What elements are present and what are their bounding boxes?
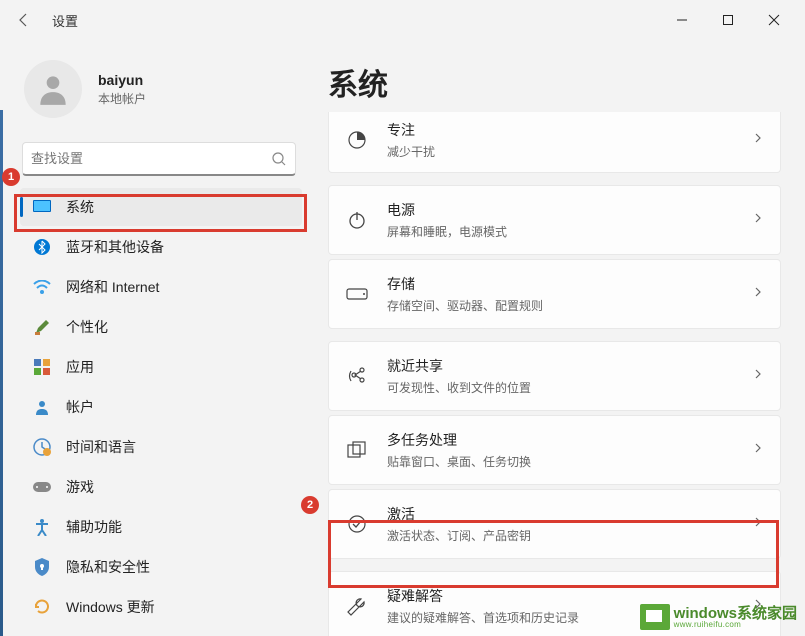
user-name: baiyun: [98, 72, 146, 88]
nav-item-accessibility[interactable]: 辅助功能: [20, 508, 302, 546]
sidebar: baiyun 本地帐户 系统 蓝牙和其他设备 网络和 Internet: [0, 40, 310, 636]
focus-icon: [345, 128, 369, 152]
search-icon: [271, 151, 287, 167]
apps-icon: [32, 357, 52, 377]
tile-desc: 屏幕和睡眠，电源模式: [387, 223, 752, 240]
minimize-icon: [676, 14, 688, 26]
annotation-marker-2: 2: [301, 496, 319, 514]
chevron-right-icon: [752, 515, 764, 533]
tile-desc: 存储空间、驱动器、配置规则: [387, 297, 752, 314]
account-icon: [32, 397, 52, 417]
app-title: 设置: [52, 11, 78, 30]
tile-storage[interactable]: 存储存储空间、驱动器、配置规则: [328, 259, 781, 329]
search-input[interactable]: [31, 151, 271, 166]
watermark-url: www.ruiheifu.com: [674, 621, 797, 629]
tile-power[interactable]: 电源屏幕和睡眠，电源模式: [328, 185, 781, 255]
power-icon: [345, 208, 369, 232]
maximize-button[interactable]: [705, 4, 751, 36]
nav-item-windows-update[interactable]: Windows 更新: [20, 588, 302, 626]
close-button[interactable]: [751, 4, 797, 36]
window-controls: [659, 4, 797, 36]
multitask-icon: [345, 438, 369, 462]
nav-label: 蓝牙和其他设备: [66, 237, 164, 257]
user-type: 本地帐户: [98, 90, 146, 107]
tile-activation[interactable]: 激活激活状态、订阅、产品密钥: [328, 489, 781, 559]
tile-focus[interactable]: 专注减少干扰: [328, 112, 781, 173]
nav-label: 时间和语言: [66, 437, 136, 457]
chevron-right-icon: [752, 367, 764, 385]
chevron-right-icon: [752, 441, 764, 459]
arrow-left-icon: [16, 12, 32, 28]
shield-icon: [32, 557, 52, 577]
search-box[interactable]: [22, 142, 296, 176]
nav-item-accounts[interactable]: 帐户: [20, 388, 302, 426]
tile-title: 就近共享: [387, 356, 752, 376]
nav-item-privacy[interactable]: 隐私和安全性: [20, 548, 302, 586]
wifi-icon: [32, 277, 52, 297]
tile-list: 专注减少干扰 电源屏幕和睡眠，电源模式 存储存储空间、驱动器、配置规则 就近共享…: [328, 112, 781, 636]
tile-title: 存储: [387, 274, 752, 294]
page-title: 系统: [328, 60, 781, 104]
check-circle-icon: [345, 512, 369, 536]
main-content: 系统 专注减少干扰 电源屏幕和睡眠，电源模式 存储存储空间、驱动器、配置规则: [310, 40, 805, 636]
tile-desc: 可发现性、收到文件的位置: [387, 379, 752, 396]
paintbrush-icon: [32, 317, 52, 337]
nav-label: 隐私和安全性: [66, 557, 150, 577]
chevron-right-icon: [752, 285, 764, 303]
accessibility-icon: [32, 517, 52, 537]
tile-title: 专注: [387, 120, 752, 140]
wrench-icon: [345, 594, 369, 618]
annotation-marker-1: 1: [2, 168, 20, 186]
tile-title: 多任务处理: [387, 430, 752, 450]
tile-title: 激活: [387, 504, 752, 524]
minimize-button[interactable]: [659, 4, 705, 36]
nav-item-apps[interactable]: 应用: [20, 348, 302, 386]
watermark-text: windows系统家园: [674, 606, 797, 621]
tile-desc: 减少干扰: [387, 143, 752, 160]
nav-item-system[interactable]: 系统: [20, 188, 302, 226]
back-button[interactable]: [8, 4, 40, 36]
tile-multitasking[interactable]: 多任务处理贴靠窗口、桌面、任务切换: [328, 415, 781, 485]
nav-label: 帐户: [66, 397, 94, 417]
gamepad-icon: [32, 477, 52, 497]
nav-label: Windows 更新: [66, 597, 155, 617]
bluetooth-icon: [32, 237, 52, 257]
nav-label: 个性化: [66, 317, 108, 337]
watermark: windows系统家园 www.ruiheifu.com: [640, 604, 797, 630]
nav-item-personalization[interactable]: 个性化: [20, 308, 302, 346]
nav-label: 系统: [66, 197, 94, 217]
nav-item-network[interactable]: 网络和 Internet: [20, 268, 302, 306]
avatar: [24, 60, 82, 118]
nav-label: 辅助功能: [66, 517, 122, 537]
left-edge-decoration: [0, 110, 3, 636]
maximize-icon: [722, 14, 734, 26]
user-section[interactable]: baiyun 本地帐户: [8, 48, 310, 130]
nav-label: 应用: [66, 357, 94, 377]
nav-label: 网络和 Internet: [66, 277, 159, 297]
person-icon: [34, 70, 72, 108]
nav-item-bluetooth[interactable]: 蓝牙和其他设备: [20, 228, 302, 266]
chevron-right-icon: [752, 211, 764, 229]
nav-item-gaming[interactable]: 游戏: [20, 468, 302, 506]
tile-title: 疑难解答: [387, 586, 752, 606]
chevron-right-icon: [752, 131, 764, 149]
tile-title: 电源: [387, 200, 752, 220]
tile-desc: 贴靠窗口、桌面、任务切换: [387, 453, 752, 470]
nav-list: 系统 蓝牙和其他设备 网络和 Internet 个性化 应用 帐户: [8, 188, 310, 626]
update-icon: [32, 597, 52, 617]
tile-desc: 激活状态、订阅、产品密钥: [387, 527, 752, 544]
clock-globe-icon: [32, 437, 52, 457]
titlebar: 设置: [0, 0, 805, 40]
share-icon: [345, 364, 369, 388]
close-icon: [768, 14, 780, 26]
tile-nearby-sharing[interactable]: 就近共享可发现性、收到文件的位置: [328, 341, 781, 411]
watermark-logo-icon: [640, 604, 670, 630]
nav-item-time-language[interactable]: 时间和语言: [20, 428, 302, 466]
storage-icon: [345, 282, 369, 306]
system-icon: [32, 197, 52, 217]
nav-label: 游戏: [66, 477, 94, 497]
